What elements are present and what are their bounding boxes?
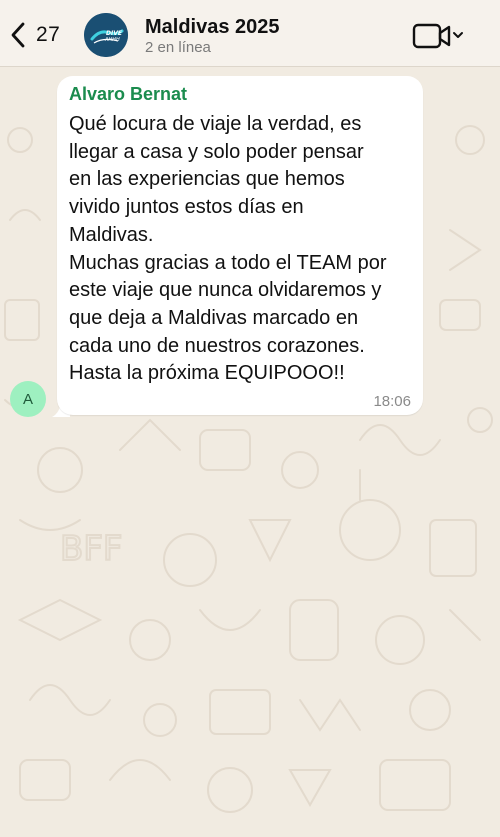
chat-subtitle: 2 en línea [145,39,211,56]
message-time: 18:06 [373,393,411,410]
video-call-button[interactable] [412,22,466,50]
sender-avatar[interactable]: A [10,381,46,417]
svg-text:BFF: BFF [60,529,122,569]
message-bubble[interactable]: Alvaro Bernat Qué locura de viaje la ver… [57,76,423,415]
svg-text:DIVE: DIVE [106,30,123,37]
video-camera-icon [412,23,463,49]
dive-logo-icon: DIVE AHHH [84,13,128,57]
message-text: Qué locura de viaje la verdad, es llegar… [69,113,387,385]
chevron-left-icon [11,22,25,48]
sender-name[interactable]: Alvaro Bernat [69,84,187,105]
unread-count: 27 [36,23,61,46]
group-avatar[interactable]: DIVE AHHH [84,13,128,57]
svg-text:AHHH: AHHH [104,37,120,43]
chat-header: 27 DIVE AHHH Maldivas 2025 2 en línea [0,0,500,67]
back-button[interactable]: 27 [8,18,60,52]
chevron-down-icon [453,32,463,38]
chat-title[interactable]: Maldivas 2025 [145,16,280,39]
